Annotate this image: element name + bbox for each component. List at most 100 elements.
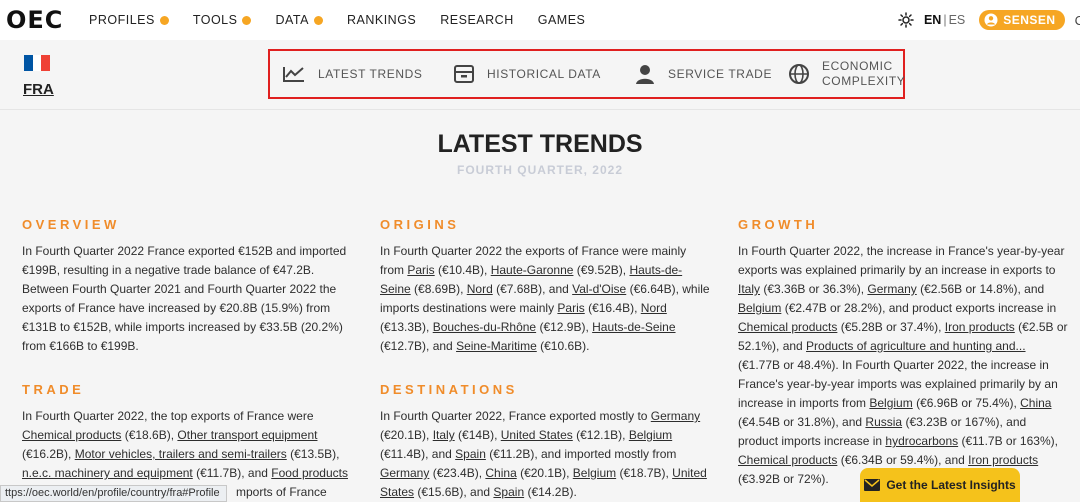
- envelope-icon: [864, 479, 881, 491]
- user-account-button[interactable]: SENSEN: [979, 10, 1065, 30]
- nav-profiles-label: PROFILES: [89, 13, 155, 27]
- orange-dot-icon: [159, 15, 169, 25]
- link-belgium[interactable]: Belgium: [869, 396, 912, 410]
- nav-rankings-label: RANKINGS: [346, 13, 417, 27]
- text-run: (€6.96B or 75.4%),: [912, 396, 1021, 410]
- lang-es[interactable]: ES: [949, 13, 966, 27]
- text-run: (€10.6B).: [536, 339, 590, 353]
- link-food-products[interactable]: Food products: [271, 466, 348, 480]
- flag-stripe-white: [32, 55, 42, 71]
- link-iron-products[interactable]: Iron products: [945, 320, 1015, 334]
- section-latest-trends[interactable]: LATEST TRENDS: [282, 51, 423, 97]
- link-val-doise[interactable]: Val-d'Oise: [572, 282, 626, 296]
- origins-text: In Fourth Quarter 2022 the exports of Fr…: [380, 242, 710, 356]
- link-nord[interactable]: Nord: [467, 282, 493, 296]
- link-italy[interactable]: Italy: [738, 282, 760, 296]
- profile-subbar: FRA LATEST TRENDS HISTORICAL DATA SERVIC…: [0, 40, 1080, 110]
- nav-profiles[interactable]: PROFILES: [89, 13, 169, 27]
- lang-en[interactable]: EN: [924, 13, 941, 27]
- text-run: (€9.52B),: [573, 263, 630, 277]
- destinations-text: In Fourth Quarter 2022, France exported …: [380, 407, 710, 502]
- text-run: (€11.2B), and imported mostly from: [485, 447, 677, 461]
- text-run: (€14.2B).: [524, 485, 577, 499]
- text-run: (€18.6B),: [121, 428, 178, 442]
- text-run: (€12.1B),: [572, 428, 629, 442]
- nav-tools[interactable]: TOOLS: [193, 13, 252, 27]
- link-seine-maritime[interactable]: Seine-Maritime: [456, 339, 537, 353]
- section-historical-data-label: HISTORICAL DATA: [487, 67, 601, 81]
- link-bouches-du-rhone[interactable]: Bouches-du-Rhône: [433, 320, 536, 334]
- section-latest-trends-label: LATEST TRENDS: [318, 67, 423, 81]
- link-agriculture-products[interactable]: Products of agriculture and hunting and.…: [806, 339, 1025, 353]
- growth-text: In Fourth Quarter 2022, the increase in …: [738, 242, 1068, 489]
- section-economic-complexity-label: ECONOMIC COMPLEXITY: [822, 59, 905, 89]
- link-other-transport[interactable]: Other transport equipment: [177, 428, 317, 442]
- link-paris[interactable]: Paris: [557, 301, 584, 315]
- link-belgium[interactable]: Belgium: [629, 428, 672, 442]
- text-run: (€11.4B), and: [380, 447, 456, 461]
- text-run: (€18.7B),: [616, 466, 673, 480]
- nav-data[interactable]: DATA: [275, 13, 323, 27]
- nav-rankings[interactable]: RANKINGS: [347, 13, 416, 27]
- link-chemical-products[interactable]: Chemical products: [738, 320, 837, 334]
- section-nav-highlight: LATEST TRENDS HISTORICAL DATA SERVICE TR…: [268, 49, 905, 99]
- link-spain[interactable]: Spain: [493, 485, 524, 499]
- link-russia[interactable]: Russia: [865, 415, 902, 429]
- nav-research-label: RESEARCH: [440, 13, 514, 27]
- latest-insights-button[interactable]: Get the Latest Insights: [860, 468, 1020, 502]
- text-run: (€13.3B),: [380, 320, 433, 334]
- oec-logo[interactable]: OEC: [6, 6, 63, 34]
- link-united-states[interactable]: United States: [501, 428, 573, 442]
- orange-dot-icon: [242, 15, 252, 25]
- section-service-trade[interactable]: SERVICE TRADE: [634, 51, 772, 97]
- text-run: In Fourth Quarter 2022, the increase in …: [738, 244, 1065, 277]
- line-chart-icon: [283, 67, 304, 82]
- origins-heading: ORIGINS: [380, 217, 460, 232]
- sun-icon[interactable]: [898, 12, 914, 28]
- link-hydrocarbons[interactable]: hydrocarbons: [885, 434, 958, 448]
- country-code-link[interactable]: FRA: [23, 81, 54, 98]
- section-economic-complexity-line2: COMPLEXITY: [822, 74, 906, 88]
- link-chemical-products[interactable]: Chemical products: [22, 428, 121, 442]
- text-run: (€12.7B), and: [380, 339, 457, 353]
- search-icon[interactable]: C: [1075, 13, 1080, 28]
- link-germany[interactable]: Germany: [380, 466, 429, 480]
- text-run: (€10.4B),: [434, 263, 491, 277]
- link-nec-machinery[interactable]: n.e.c. machinery and equipment: [22, 466, 193, 480]
- link-belgium[interactable]: Belgium: [573, 466, 616, 480]
- nav-tools-label: TOOLS: [192, 13, 238, 27]
- link-italy[interactable]: Italy: [433, 428, 455, 442]
- growth-heading: GROWTH: [738, 217, 819, 232]
- link-haute-garonne[interactable]: Haute-Garonne: [491, 263, 574, 277]
- lang-separator: |: [943, 13, 947, 27]
- link-paris[interactable]: Paris: [407, 263, 434, 277]
- text-run: In Fourth Quarter 2022, the top exports …: [22, 409, 314, 423]
- link-china[interactable]: China: [1020, 396, 1051, 410]
- text-run: (€3.92B or 72%).: [738, 472, 829, 486]
- text-run: (€4.54B or 31.8%), and: [738, 415, 866, 429]
- link-iron-products[interactable]: Iron products: [968, 453, 1038, 467]
- nav-games[interactable]: GAMES: [538, 13, 586, 27]
- text-run: (€12.9B),: [536, 320, 593, 334]
- link-germany[interactable]: Germany: [867, 282, 916, 296]
- link-germany[interactable]: Germany: [651, 409, 700, 423]
- link-hauts-de-seine[interactable]: Hauts-de-Seine: [592, 320, 675, 334]
- link-chemical-products[interactable]: Chemical products: [738, 453, 837, 467]
- link-spain[interactable]: Spain: [455, 447, 486, 461]
- text-run: (€15.6B), and: [414, 485, 494, 499]
- section-historical-data[interactable]: HISTORICAL DATA: [453, 51, 601, 97]
- nav-research[interactable]: RESEARCH: [440, 13, 513, 27]
- link-belgium[interactable]: Belgium: [738, 301, 781, 315]
- link-nord[interactable]: Nord: [641, 301, 667, 315]
- main-nav: PROFILES TOOLS DATA RANKINGS RESEARCH GA…: [89, 13, 609, 27]
- trade-section: TRADE In Fourth Quarter 2022, the top ex…: [22, 382, 352, 502]
- link-china[interactable]: China: [485, 466, 516, 480]
- top-navigation-bar: OEC PROFILES TOOLS DATA RANKINGS RESEARC…: [0, 0, 1080, 40]
- user-icon: [984, 13, 998, 27]
- link-motor-vehicles[interactable]: Motor vehicles, trailers and semi-traile…: [75, 447, 287, 461]
- text-run: (€8.69B),: [410, 282, 467, 296]
- text-run: (€2.47B or 28.2%), and product exports i…: [781, 301, 1057, 315]
- latest-insights-label: Get the Latest Insights: [886, 478, 1016, 492]
- overview-heading: OVERVIEW: [22, 217, 120, 232]
- section-economic-complexity[interactable]: ECONOMIC COMPLEXITY: [788, 51, 905, 97]
